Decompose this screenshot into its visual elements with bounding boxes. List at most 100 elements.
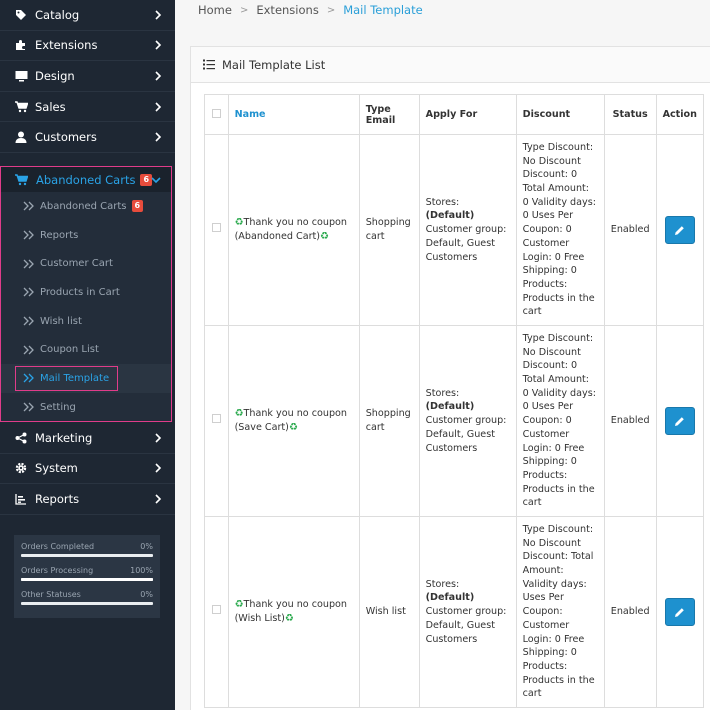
cell-apply: Stores: (Default) Customer group: Defaul… [418, 134, 517, 326]
nav-sales[interactable]: Sales [0, 92, 175, 123]
breadcrumb-home[interactable]: Home [198, 3, 232, 17]
cell-type: Shopping cart [358, 134, 420, 326]
chevron-down-icon [151, 177, 161, 184]
row-checkbox[interactable] [211, 414, 221, 424]
chevron-right-icon [155, 40, 162, 50]
stat-processing: Orders Processing 100% [21, 566, 153, 581]
select-all-checkbox[interactable] [211, 108, 221, 118]
cell-name: ♻Thank you no coupon (Abandoned Cart)♻ [227, 134, 360, 326]
gear-icon [14, 461, 28, 475]
sidebar: Catalog Extensions Design Sales Customer… [0, 0, 175, 710]
stat-other: Other Statuses 0% [21, 590, 153, 605]
cart-icon [14, 100, 28, 114]
template-name: Thank you no coupon (Abandoned Cart) [234, 217, 347, 242]
nav-customers-label: Customers [35, 130, 97, 145]
progress-bar [21, 554, 153, 557]
sub-mail-template[interactable]: Mail Template [1, 364, 171, 393]
col-name[interactable]: Name [227, 94, 360, 135]
sub-coupon-list-label: Coupon List [40, 344, 99, 356]
nav-catalog-label: Catalog [35, 7, 80, 22]
cell-discount: Type Discount: No Discount Discount: 0 T… [515, 134, 605, 326]
chevron-right-icon [155, 71, 162, 81]
edit-button[interactable] [664, 598, 695, 626]
sub-reports[interactable]: Reports [1, 221, 171, 250]
nav-customers[interactable]: Customers [0, 122, 175, 153]
nav-system[interactable]: System [0, 454, 175, 485]
puzzle-icon [14, 38, 28, 52]
nav-reports[interactable]: Reports [0, 484, 175, 515]
recycle-icon: ♻ [288, 422, 298, 433]
nav-system-label: System [35, 461, 78, 476]
table-row: ♻Thank you no coupon (Wish List)♻ Wish l… [204, 516, 705, 708]
nav-abandoned-carts-label: Abandoned Carts [36, 172, 136, 187]
monitor-icon [14, 69, 28, 83]
row-checkbox[interactable] [211, 605, 221, 615]
pencil-icon [675, 225, 685, 235]
recycle-icon: ♻ [320, 231, 329, 242]
col-action: Action [655, 94, 705, 135]
chevron-right-icon [155, 102, 162, 112]
cell-status: Enabled [603, 134, 657, 326]
cell-type: Shopping cart [358, 325, 420, 517]
double-chevron-icon [23, 287, 34, 297]
sub-products-in-cart-label: Products in Cart [40, 286, 120, 298]
stat-value: 0% [140, 542, 153, 551]
recycle-icon: ♻ [284, 613, 294, 624]
sub-abandoned-carts[interactable]: Abandoned Carts 6 [1, 192, 171, 221]
double-chevron-icon [23, 402, 34, 412]
stat-value: 0% [140, 590, 153, 599]
list-icon [203, 59, 215, 70]
sub-wish-list-label: Wish list [40, 315, 82, 327]
col-apply-for: Apply For [418, 94, 517, 135]
sub-wish-list[interactable]: Wish list [1, 307, 171, 336]
col-type-email: Type Email [358, 94, 420, 135]
nav-marketing-label: Marketing [35, 430, 93, 445]
sub-customer-cart[interactable]: Customer Cart [1, 249, 171, 278]
chevron-right-icon [155, 433, 162, 443]
cell-status: Enabled [603, 516, 657, 708]
nav-catalog[interactable]: Catalog [0, 0, 175, 31]
pencil-icon [675, 416, 685, 426]
breadcrumb: Home > Extensions > Mail Template [198, 3, 423, 17]
panel-title: Mail Template List [222, 57, 326, 72]
panel-heading: Mail Template List [191, 47, 710, 83]
progress-bar [21, 578, 153, 581]
cart-icon [15, 173, 29, 187]
sub-reports-label: Reports [40, 229, 79, 241]
edit-button[interactable] [664, 407, 695, 435]
cell-apply: Stores: (Default) Customer group: Defaul… [418, 325, 517, 517]
recycle-icon: ♻ [234, 408, 244, 420]
nav-extensions-label: Extensions [35, 38, 98, 53]
share-icon [14, 431, 28, 445]
double-chevron-icon [23, 259, 34, 269]
main-content: Home > Extensions > Mail Template Mail T… [175, 0, 710, 710]
sub-abandoned-count-badge: 6 [131, 200, 144, 213]
nav-abandoned-carts[interactable]: Abandoned Carts 6 [1, 167, 171, 192]
chevron-right-icon [155, 463, 162, 473]
cell-type: Wish list [358, 516, 420, 708]
col-discount: Discount [515, 94, 605, 135]
order-stats: Orders Completed 0% Orders Processing 100%… [14, 535, 160, 618]
progress-bar [21, 602, 153, 605]
double-chevron-icon [23, 316, 34, 326]
breadcrumb-extensions[interactable]: Extensions [256, 3, 318, 17]
sub-setting[interactable]: Setting [1, 393, 171, 422]
nav-marketing[interactable]: Marketing [0, 423, 175, 454]
bar-chart-icon [14, 492, 28, 506]
double-chevron-icon [23, 345, 34, 355]
sub-coupon-list[interactable]: Coupon List [1, 335, 171, 364]
nav-design-label: Design [35, 68, 75, 83]
abandoned-carts-menu: Abandoned Carts 6 Abandoned Carts 6 Repo… [0, 166, 172, 422]
stat-label: Other Statuses [21, 590, 81, 599]
stat-label: Orders Processing [21, 566, 94, 575]
nav-design[interactable]: Design [0, 61, 175, 92]
sub-abandoned-carts-label: Abandoned Carts [40, 200, 127, 212]
breadcrumb-current[interactable]: Mail Template [343, 3, 423, 17]
edit-button[interactable] [664, 216, 695, 244]
stat-completed: Orders Completed 0% [21, 542, 153, 557]
sub-products-in-cart[interactable]: Products in Cart [1, 278, 171, 307]
row-checkbox[interactable] [211, 223, 221, 233]
user-icon [14, 130, 28, 144]
cell-status: Enabled [603, 325, 657, 517]
nav-extensions[interactable]: Extensions [0, 31, 175, 62]
